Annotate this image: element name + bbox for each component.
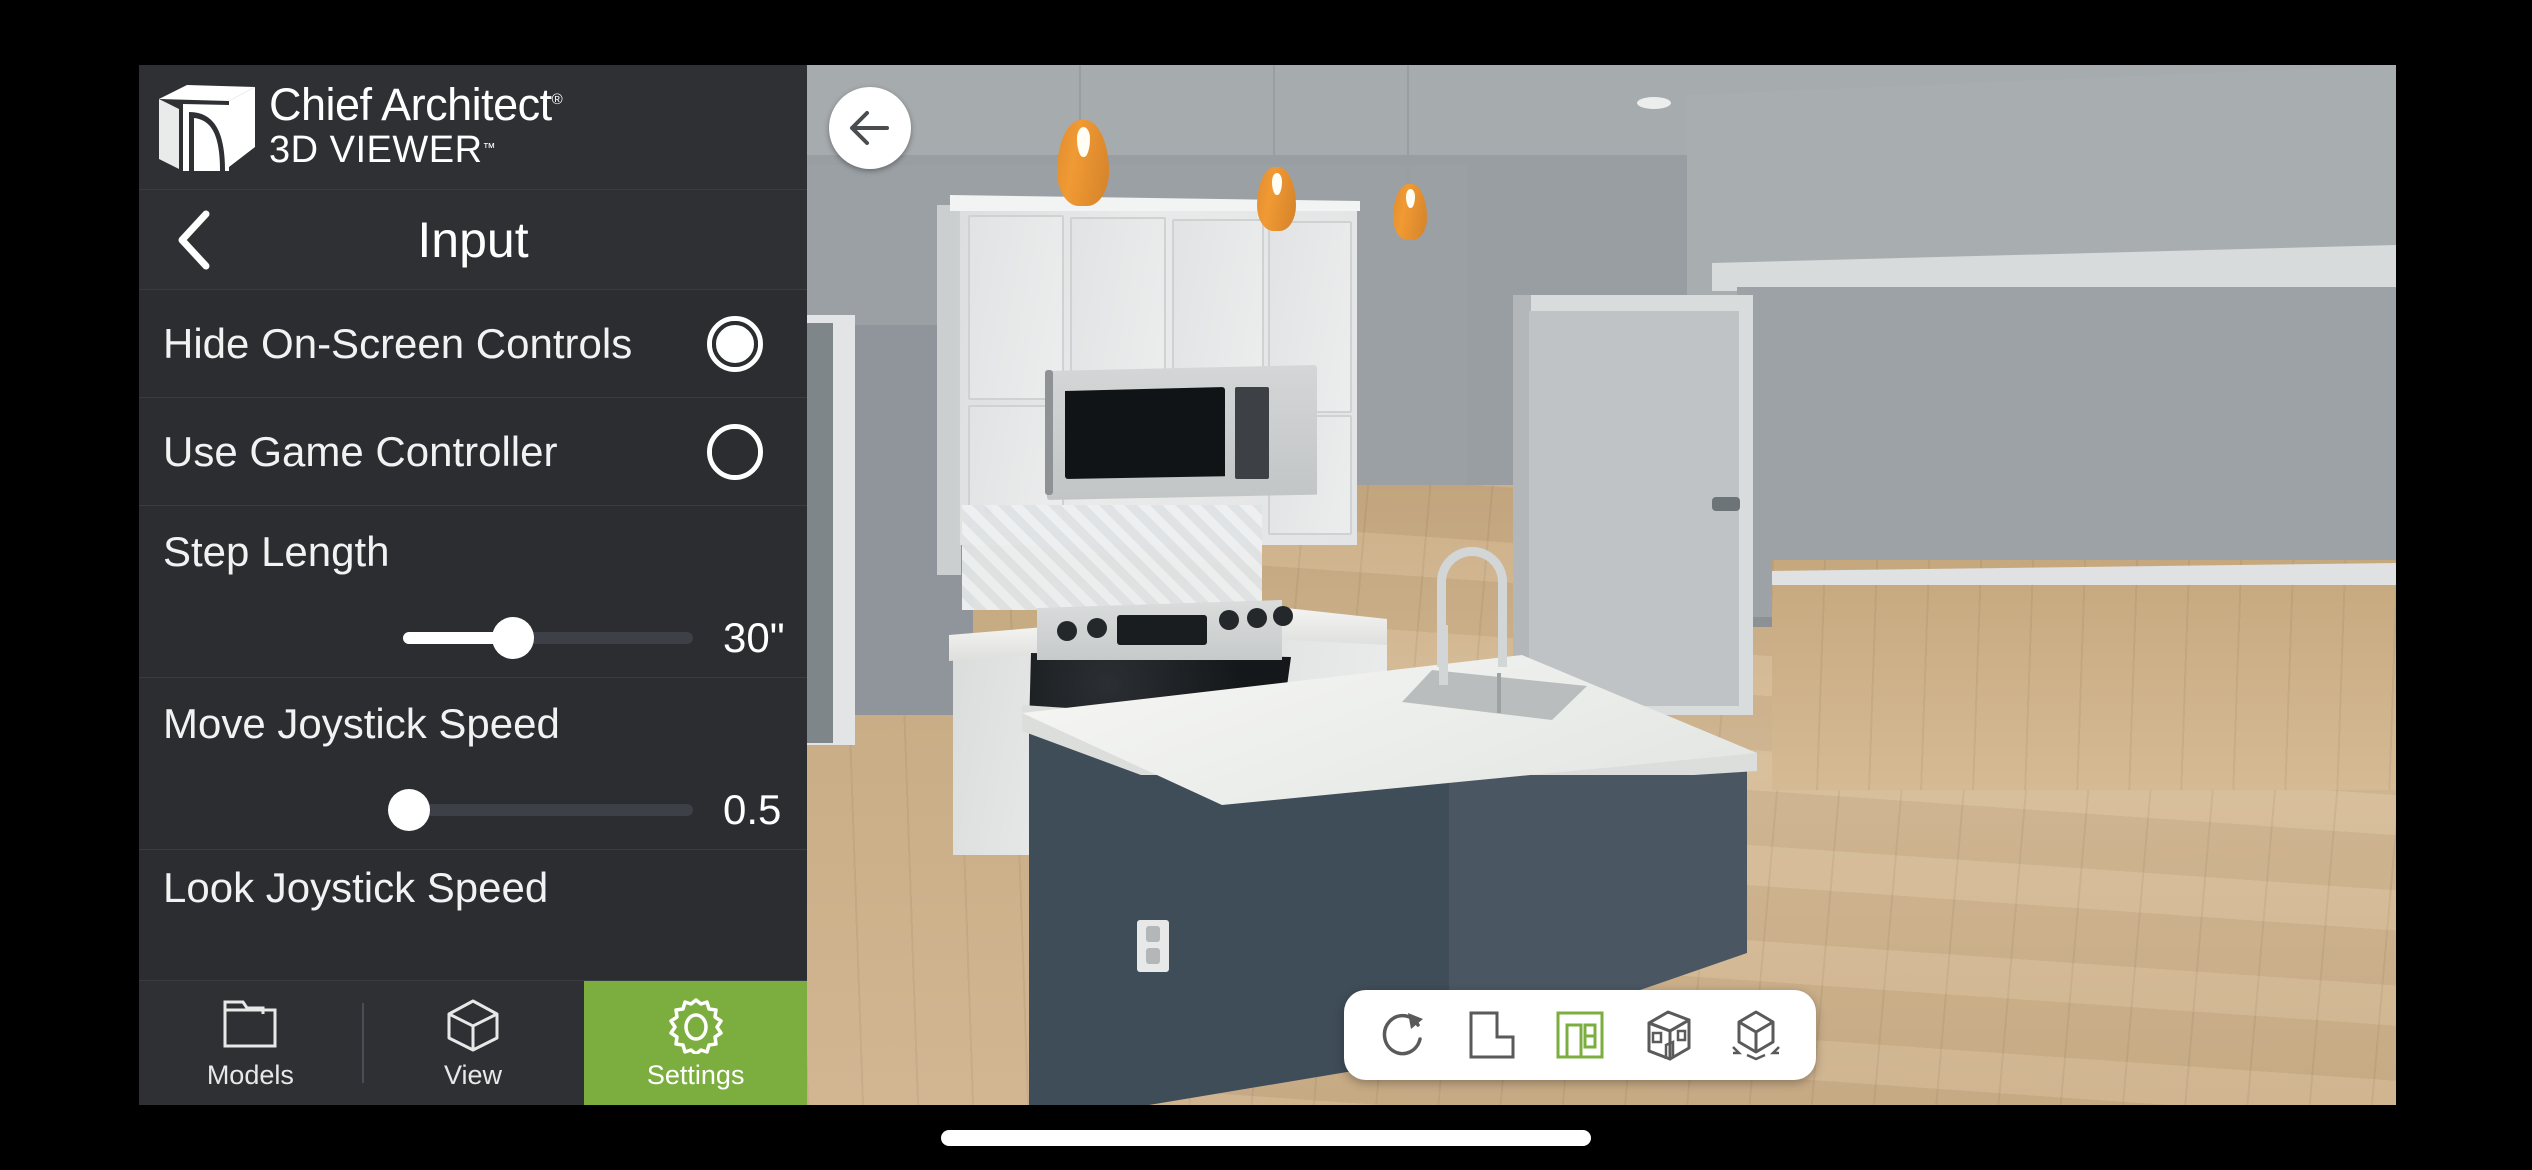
scene-door-right-knob: [1712, 497, 1740, 511]
scene-microwave-panel: [1235, 387, 1269, 479]
setting-label: Use Game Controller: [163, 427, 558, 475]
reset-view-button[interactable]: [1368, 1002, 1440, 1068]
setting-row-use-game-controller[interactable]: Use Game Controller: [139, 398, 807, 506]
scene-backsplash: [962, 505, 1262, 610]
scene-range-display: [1117, 615, 1207, 645]
arrow-left-icon: [850, 111, 889, 145]
move-joystick-speed-value: 0.5: [723, 786, 782, 833]
overview-orbit-icon: [1732, 1010, 1780, 1061]
scene-sink-divider: [1497, 673, 1501, 713]
scene-pendant-cord: [1407, 65, 1409, 187]
tab-label: Models: [206, 1059, 294, 1090]
scene-microwave-handle: [1045, 370, 1053, 495]
settings-list[interactable]: Hide On-Screen Controls Use Game Control…: [139, 290, 807, 980]
scene-microwave-window: [1065, 387, 1225, 479]
floor-plan-view-button[interactable]: [1456, 1002, 1528, 1068]
tab-settings[interactable]: Settings: [584, 981, 807, 1105]
interior-walkthrough-icon: [1556, 1011, 1604, 1059]
scene-range-knob: [1219, 610, 1239, 630]
scene-range-knob: [1087, 618, 1107, 638]
gear-icon: [668, 997, 723, 1054]
panel-back-button[interactable]: [139, 190, 249, 289]
scene-pendant-cord: [1079, 65, 1081, 123]
scene-door-right-panel: [1529, 311, 1739, 706]
hide-on-screen-controls-radio[interactable]: [707, 315, 763, 372]
step-length-slider-line: 30": [163, 614, 785, 662]
setting-label: Look Joystick Speed: [163, 864, 549, 911]
use-game-controller-radio[interactable]: [707, 423, 763, 480]
step-length-slider-knob[interactable]: [492, 617, 535, 659]
doll-house-view-button[interactable]: [1632, 1002, 1704, 1068]
chief-architect-cube-logo: [159, 85, 255, 171]
scene-range-knob: [1057, 621, 1077, 641]
move-joystick-speed-slider-line: 0.5: [163, 786, 783, 834]
brand-text: Chief Architect® 3D VIEWER™: [269, 76, 563, 179]
step-length-value: 30": [723, 614, 785, 661]
viewport-view-toolbar: [1344, 990, 1816, 1080]
overview-orbit-button[interactable]: [1720, 1002, 1792, 1068]
settings-panel: Chief Architect® 3D VIEWER™ Input Hide O…: [139, 65, 807, 1105]
scene-recessed-light: [1637, 97, 1671, 109]
folder-icon: [223, 1000, 277, 1047]
setting-label: Hide On-Screen Controls: [163, 319, 633, 367]
registered-mark: ®: [551, 90, 563, 108]
scene-range-knob: [1247, 608, 1267, 628]
scene-faucet-arc: [1437, 547, 1507, 667]
trademark-mark: ™: [482, 139, 497, 155]
setting-row-step-length[interactable]: Step Length 30": [139, 506, 807, 678]
tab-label: View: [443, 1059, 503, 1090]
app-root: Chief Architect® 3D VIEWER™ Input Hide O…: [0, 0, 2532, 1170]
setting-row-move-joystick-speed[interactable]: Move Joystick Speed 0.5: [139, 678, 807, 850]
scene-island-outlet: [1137, 920, 1169, 972]
scene-range-knob: [1273, 606, 1293, 626]
brand-product: 3D VIEWER™: [269, 128, 497, 171]
brand-name: Chief Architect®: [269, 78, 563, 130]
setting-row-look-joystick-speed[interactable]: Look Joystick Speed: [139, 850, 807, 928]
viewport-back-button[interactable]: [829, 87, 911, 169]
bottom-tabbar: Models View Settings: [139, 980, 807, 1105]
setting-label: Step Length: [163, 528, 390, 575]
chevron-left-icon: [178, 210, 210, 269]
cube-icon: [447, 999, 499, 1051]
doll-house-icon: [1647, 1010, 1691, 1061]
scene-doorway-left-shadow: [807, 323, 833, 743]
tab-view[interactable]: View: [361, 981, 585, 1105]
page-title: Input: [417, 211, 529, 268]
step-length-slider[interactable]: [403, 617, 693, 659]
floor-plan-icon: [1469, 1011, 1515, 1059]
3d-viewport[interactable]: [807, 65, 2396, 1105]
setting-row-hide-on-screen-controls[interactable]: Hide On-Screen Controls: [139, 290, 807, 398]
move-joystick-speed-slider-knob[interactable]: [387, 789, 430, 831]
panel-titlebar: Input: [139, 190, 807, 290]
brand-header: Chief Architect® 3D VIEWER™: [139, 65, 807, 190]
reset-rotate-icon: [1382, 1013, 1423, 1056]
interior-walkthrough-button[interactable]: [1544, 1002, 1616, 1068]
tab-label: Settings: [646, 1059, 745, 1090]
move-joystick-speed-slider[interactable]: [387, 789, 693, 831]
scene-floor-right-room: [1772, 560, 2396, 790]
home-indicator[interactable]: [941, 1130, 1591, 1146]
scene-pendant-cord: [1273, 65, 1275, 170]
setting-label: Move Joystick Speed: [163, 700, 560, 747]
tab-models[interactable]: Models: [139, 981, 362, 1105]
